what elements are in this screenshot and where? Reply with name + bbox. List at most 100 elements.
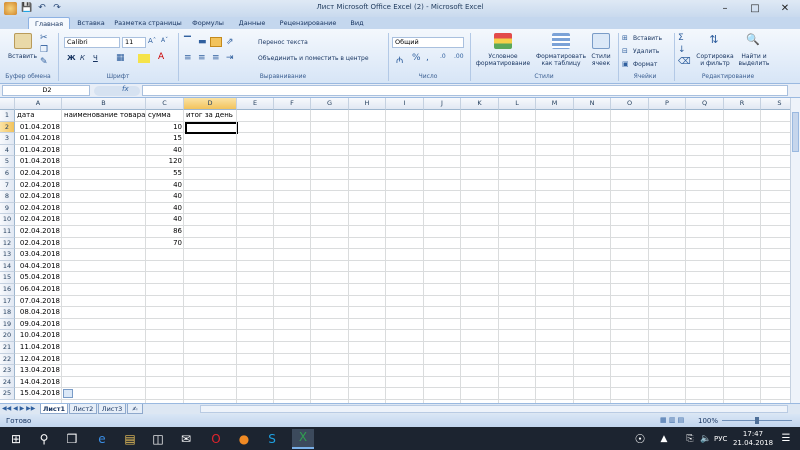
excel-taskbar-icon[interactable]: X <box>292 429 314 449</box>
decrease-decimal-icon[interactable]: .00 <box>454 53 464 60</box>
align-middle-icon[interactable]: ▬ <box>198 37 207 47</box>
new-sheet-icon[interactable]: ✍ <box>127 404 143 414</box>
network-icon[interactable]: ⎘ <box>682 431 698 447</box>
fill-color-icon[interactable] <box>138 54 150 63</box>
sheet-tab-3[interactable]: Лист3 <box>98 404 126 414</box>
autosum-icon[interactable]: Σ <box>678 33 684 43</box>
opera-icon[interactable]: O <box>208 431 224 447</box>
row-header[interactable]: 13 <box>0 249 15 261</box>
align-top-icon[interactable]: ▔ <box>184 37 191 47</box>
sheet-tab-1[interactable]: Лист1 <box>40 404 68 414</box>
column-header-d[interactable]: D <box>184 98 237 110</box>
underline-button[interactable]: Ч <box>93 54 98 62</box>
sheet-nav-arrows-icon[interactable]: ◀◀ ◀ ▶ ▶▶ <box>2 405 35 412</box>
row-header[interactable]: 16 <box>0 284 15 296</box>
sheet-tab-2[interactable]: Лист2 <box>69 404 97 414</box>
row-header[interactable]: 19 <box>0 318 15 331</box>
sort-filter-button[interactable]: Сортировка и фильтр <box>694 53 736 67</box>
sum-cell[interactable]: 40 <box>146 191 184 203</box>
header-cell-c[interactable]: сумма <box>146 110 184 122</box>
tab-data[interactable]: Данные <box>232 17 272 29</box>
zoom-slider-handle[interactable] <box>755 417 759 424</box>
skype-icon[interactable]: S <box>264 431 280 447</box>
format-as-table-icon[interactable] <box>552 33 570 49</box>
grow-font-icon[interactable]: Aˆ <box>148 37 156 45</box>
column-header-r[interactable]: R <box>724 98 761 110</box>
row-header[interactable]: 24 <box>0 376 15 389</box>
align-left-icon[interactable]: ≡ <box>184 53 192 63</box>
insert-cells-button[interactable]: Вставить <box>633 35 662 42</box>
minimize-icon[interactable]: – <box>710 0 740 17</box>
row-header[interactable]: 3 <box>0 133 15 145</box>
insert-function-icon[interactable]: fx <box>122 85 129 93</box>
date-cell[interactable]: 05.04.2018 <box>15 272 62 284</box>
date-cell[interactable]: 02.04.2018 <box>15 168 62 180</box>
shrink-font-icon[interactable]: Aˇ <box>161 37 168 44</box>
fill-icon[interactable]: ↓ <box>678 45 686 55</box>
active-cell-cursor[interactable] <box>185 122 238 134</box>
mail-icon[interactable]: ✉ <box>178 431 194 447</box>
paste-icon[interactable] <box>14 33 32 49</box>
delete-cells-icon[interactable]: ⊟ <box>622 47 628 55</box>
column-header-c[interactable]: C <box>146 98 184 110</box>
bold-button[interactable]: Ж <box>67 54 76 62</box>
maximize-icon[interactable]: □ <box>740 0 770 17</box>
row-header[interactable]: 4 <box>0 144 15 157</box>
align-center-icon[interactable]: ≡ <box>198 53 206 63</box>
file-explorer-icon[interactable]: ▤ <box>122 431 138 447</box>
column-header-s[interactable]: S <box>761 98 790 110</box>
date-cell[interactable]: 02.04.2018 <box>15 226 62 238</box>
column-header-f[interactable]: F <box>274 98 311 110</box>
date-cell[interactable]: 03.04.2018 <box>15 249 62 261</box>
scroll-thumb[interactable] <box>792 112 799 152</box>
borders-icon[interactable]: ▦ <box>116 53 125 63</box>
date-cell[interactable]: 11.04.2018 <box>15 342 62 354</box>
zoom-level[interactable]: 100% <box>698 417 718 425</box>
row-header[interactable]: 6 <box>0 168 15 180</box>
cut-icon[interactable]: ✂ <box>40 33 48 43</box>
formula-input[interactable] <box>142 85 788 96</box>
column-header-m[interactable]: M <box>536 98 574 110</box>
sum-cell[interactable]: 40 <box>146 214 184 226</box>
clock-time[interactable]: 17:47 <box>738 430 768 438</box>
percent-icon[interactable]: % <box>412 53 421 63</box>
date-cell[interactable]: 02.04.2018 <box>15 238 62 250</box>
merge-center-button[interactable]: Объединить и поместить в центре <box>258 55 369 62</box>
align-bottom-icon[interactable] <box>210 37 222 47</box>
format-painter-icon[interactable]: ✎ <box>40 57 48 67</box>
row-header[interactable]: 5 <box>0 156 15 168</box>
column-header-p[interactable]: P <box>649 98 686 110</box>
date-cell[interactable]: 02.04.2018 <box>15 191 62 203</box>
number-format-select[interactable]: Общий <box>392 37 464 48</box>
date-cell[interactable]: 15.04.2018 <box>15 388 62 400</box>
notifications-icon[interactable]: ☰ <box>778 431 794 447</box>
column-header-k[interactable]: K <box>461 98 499 110</box>
date-cell[interactable]: 12.04.2018 <box>15 354 62 366</box>
font-color-icon[interactable]: A <box>158 52 164 62</box>
sum-cell[interactable]: 70 <box>146 238 184 250</box>
column-header-e[interactable]: E <box>237 98 274 110</box>
paste-button[interactable]: Вставить <box>8 53 37 60</box>
clock-date[interactable]: 21.04.2018 <box>732 439 774 447</box>
row-header[interactable]: 1 <box>0 110 15 122</box>
paste-options-icon[interactable] <box>63 389 73 399</box>
format-as-table-button[interactable]: Форматировать как таблицу <box>532 53 590 67</box>
orientation-icon[interactable]: ⇗ <box>226 37 234 47</box>
name-box[interactable]: D2 <box>2 85 90 96</box>
header-cell-b[interactable]: наименование товара <box>62 110 146 122</box>
date-cell[interactable]: 02.04.2018 <box>15 203 62 215</box>
align-right-icon[interactable]: ≡ <box>212 53 220 63</box>
column-header-l[interactable]: L <box>499 98 536 110</box>
column-header-o[interactable]: O <box>611 98 649 110</box>
copy-icon[interactable]: ❐ <box>40 45 48 55</box>
row-header[interactable]: 7 <box>0 179 15 192</box>
edge-browser-icon[interactable]: e <box>94 431 110 447</box>
row-header[interactable]: 11 <box>0 226 15 238</box>
date-cell[interactable]: 01.04.2018 <box>15 156 62 168</box>
date-cell[interactable]: 02.04.2018 <box>15 180 62 192</box>
increase-decimal-icon[interactable]: .0 <box>440 53 446 60</box>
date-cell[interactable]: 14.04.2018 <box>15 377 62 389</box>
comma-style-icon[interactable]: , <box>426 53 429 63</box>
date-cell[interactable]: 07.04.2018 <box>15 296 62 308</box>
cell-styles-button[interactable]: Стили ячеек <box>588 53 614 67</box>
